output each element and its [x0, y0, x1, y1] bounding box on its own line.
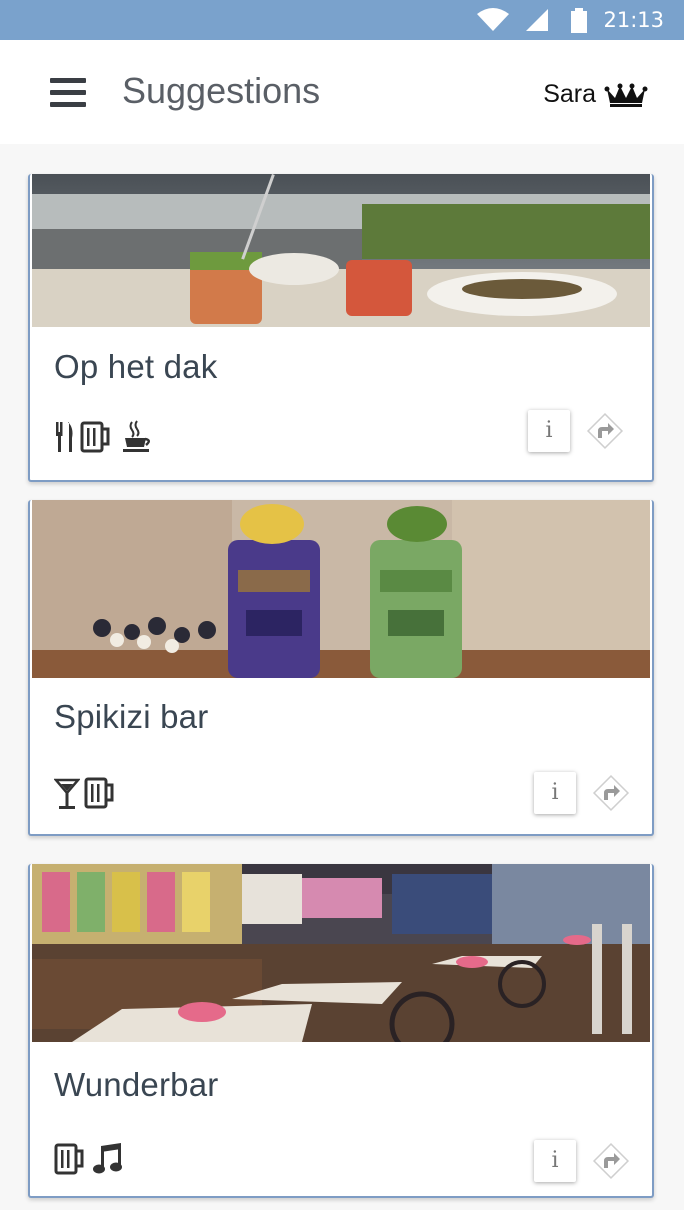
- beer-mug-icon: [84, 777, 114, 809]
- coffee-cup-icon: [123, 420, 150, 452]
- fork-knife-icon: [56, 422, 73, 452]
- place-photo: [32, 864, 650, 1042]
- app-bar: Suggestions Sara: [0, 40, 684, 144]
- place-photo: [32, 500, 650, 678]
- beer-mug-icon: [54, 1143, 84, 1175]
- status-bar: 21:13: [0, 0, 684, 40]
- place-name: Spikizi bar: [54, 698, 209, 735]
- feature-icons: [54, 420, 154, 454]
- info-button[interactable]: i: [528, 410, 570, 452]
- user-name: Sara: [543, 80, 596, 108]
- page-title: Suggestions: [122, 70, 321, 111]
- place-name: Wunderbar: [54, 1066, 219, 1103]
- directions-icon[interactable]: [590, 772, 632, 814]
- feature-icons: [54, 1142, 126, 1176]
- info-button[interactable]: i: [534, 1140, 576, 1182]
- hamburger-menu-icon[interactable]: [48, 76, 88, 110]
- beer-mug-icon: [80, 421, 110, 453]
- cell-signal-icon: [526, 9, 548, 31]
- user-profile[interactable]: Sara: [543, 80, 648, 109]
- place-card[interactable]: Op het dak i: [28, 174, 654, 482]
- cocktail-glass-icon: [54, 778, 80, 809]
- feature-icons: [54, 776, 114, 810]
- music-note-icon: [93, 1143, 122, 1174]
- clock: 21:13: [603, 8, 664, 32]
- info-button[interactable]: i: [534, 772, 576, 814]
- directions-icon[interactable]: [590, 1140, 632, 1182]
- battery-icon: [571, 8, 587, 33]
- place-card[interactable]: Spikizi bar i: [28, 500, 654, 836]
- place-card[interactable]: Wunderbar i: [28, 864, 654, 1198]
- place-name: Op het dak: [54, 348, 218, 385]
- crown-icon: [604, 83, 648, 107]
- place-photo: [32, 174, 650, 327]
- wifi-icon: [477, 8, 509, 31]
- directions-icon[interactable]: [584, 410, 626, 452]
